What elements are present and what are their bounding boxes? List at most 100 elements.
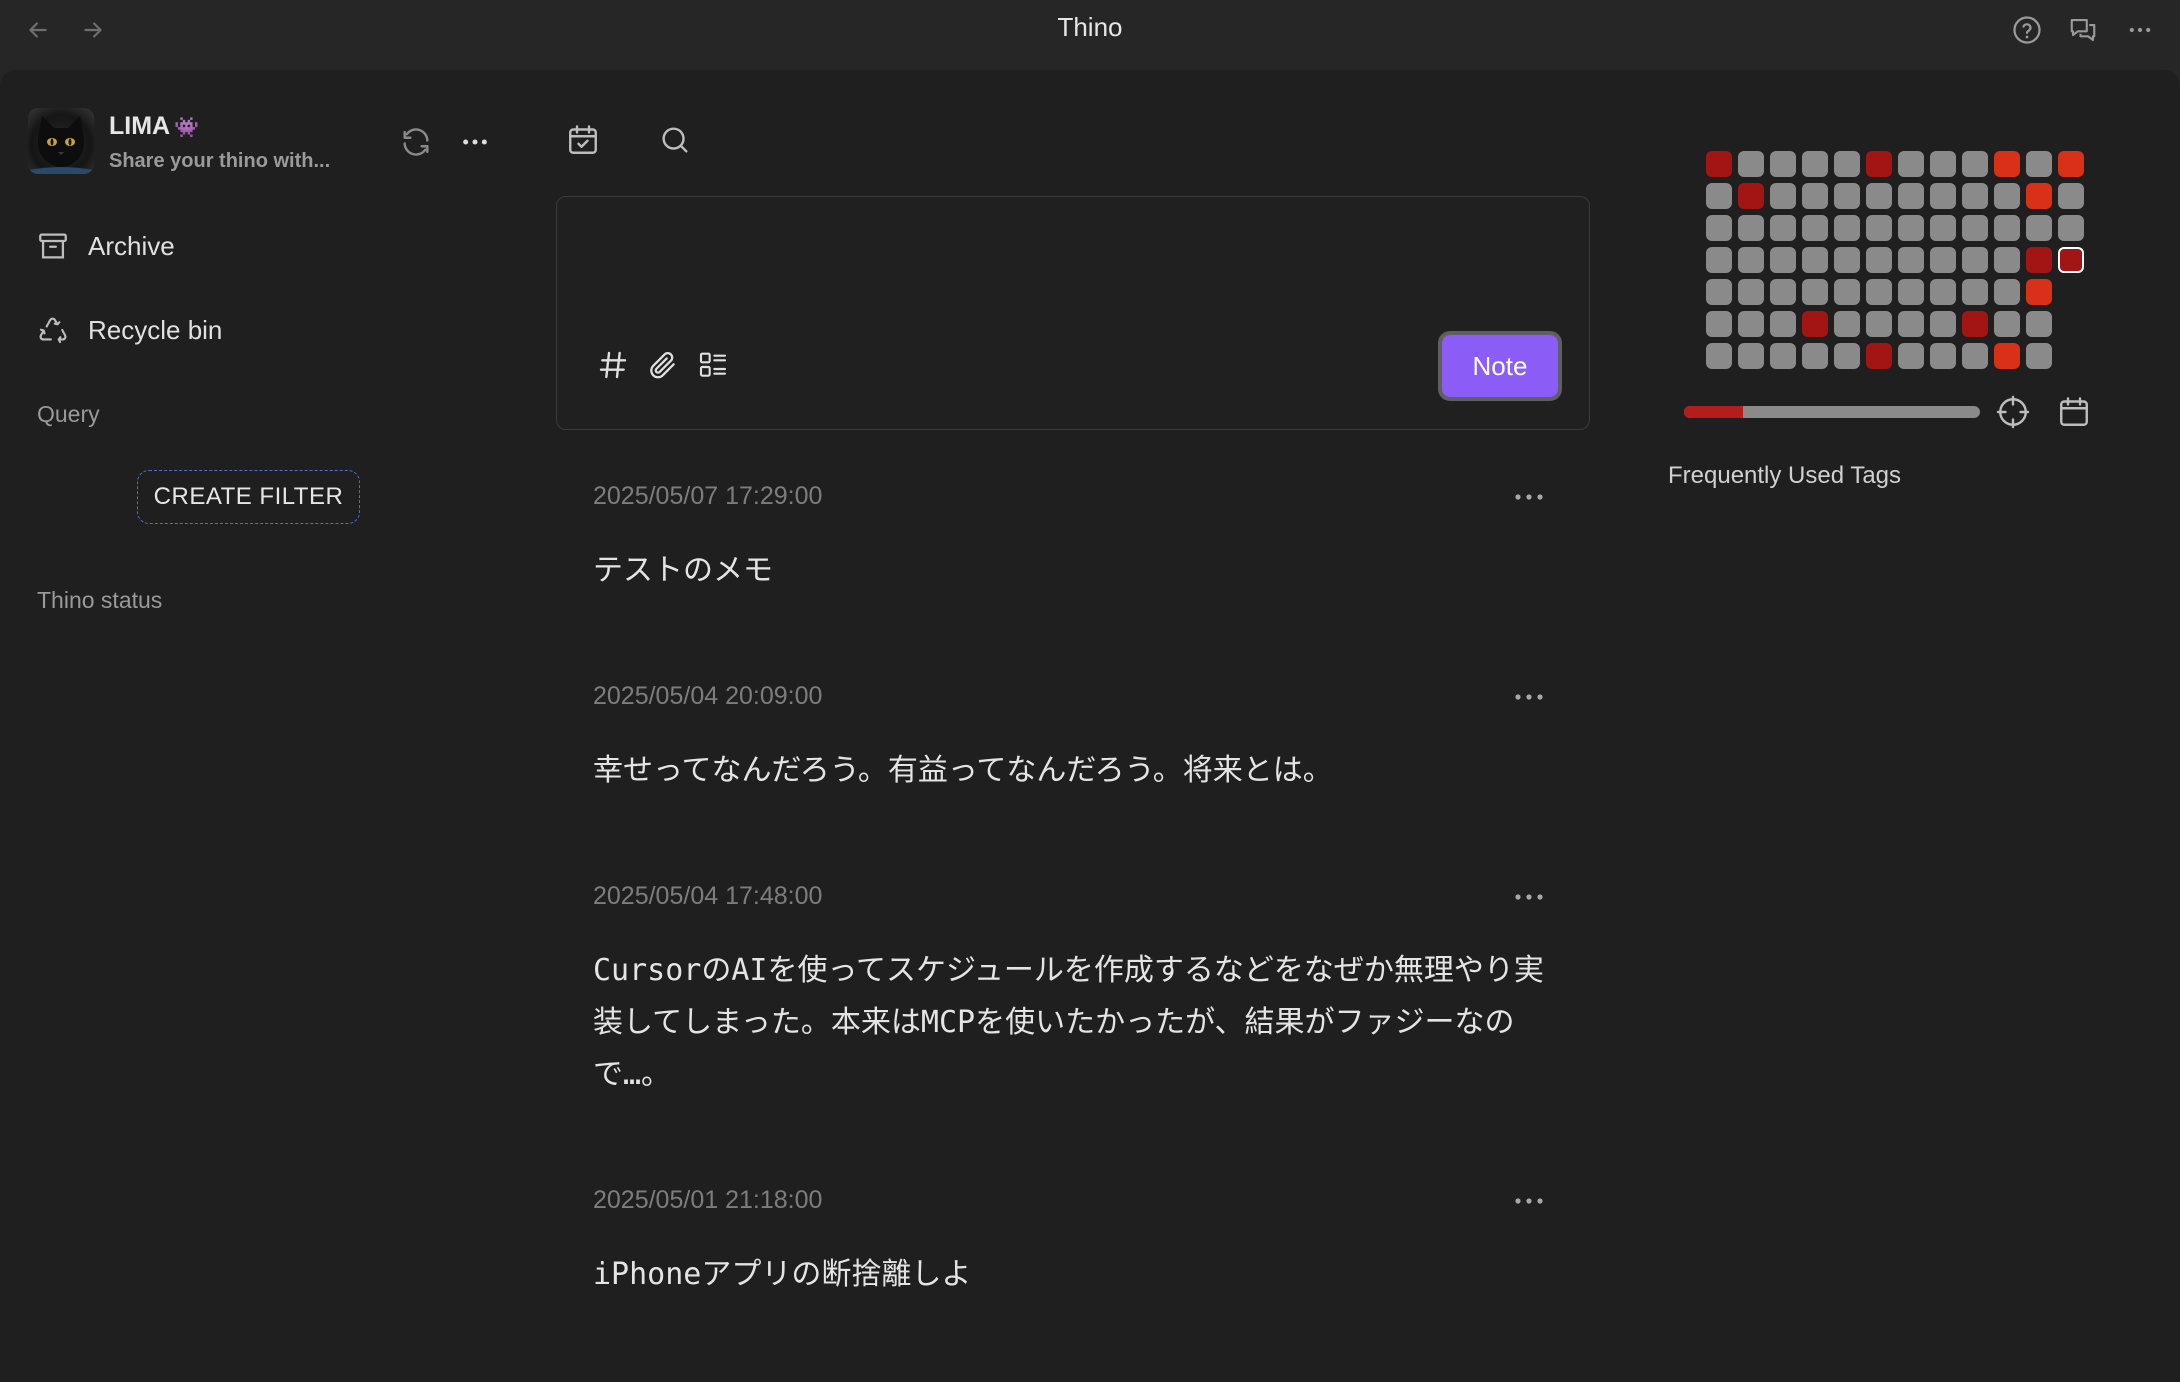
- thino-status-label[interactable]: Thino status: [37, 587, 162, 614]
- heatmap-cell[interactable]: [1866, 279, 1892, 305]
- heatmap-cell[interactable]: [2058, 151, 2084, 177]
- help-button[interactable]: [2007, 10, 2047, 50]
- heatmap-cell[interactable]: [1930, 311, 1956, 337]
- heatmap-cell[interactable]: [1898, 343, 1924, 369]
- heatmap-cell[interactable]: [1834, 311, 1860, 337]
- avatar[interactable]: [28, 108, 94, 174]
- heatmap-range-slider[interactable]: [1684, 406, 1980, 418]
- heatmap-cell[interactable]: [1802, 151, 1828, 177]
- heatmap-cell[interactable]: [1770, 247, 1796, 273]
- memo-item[interactable]: 2025/05/04 17:48:00 CursorのAIを使ってスケジュールを…: [593, 882, 1563, 1101]
- heatmap-cell[interactable]: [2026, 151, 2052, 177]
- heatmap-cell[interactable]: [1962, 311, 1988, 337]
- heatmap-cell[interactable]: [2026, 247, 2052, 273]
- heatmap-cell[interactable]: [1706, 151, 1732, 177]
- heatmap-cell[interactable]: [1898, 215, 1924, 241]
- heatmap-cell[interactable]: [1930, 183, 1956, 209]
- heatmap-cell[interactable]: [1866, 247, 1892, 273]
- heatmap-cell[interactable]: [1770, 215, 1796, 241]
- heatmap-cell[interactable]: [1898, 151, 1924, 177]
- heatmap-cell[interactable]: [1834, 151, 1860, 177]
- memo-editor[interactable]: Note: [556, 196, 1590, 430]
- calendar-check-button[interactable]: [561, 118, 605, 162]
- create-filter-button[interactable]: CREATE FILTER: [137, 470, 360, 524]
- heatmap-cell[interactable]: [1738, 183, 1764, 209]
- chat-button[interactable]: [2063, 10, 2103, 50]
- heatmap-cell[interactable]: [1994, 279, 2020, 305]
- heatmap-cell[interactable]: [1834, 343, 1860, 369]
- memo-input[interactable]: [593, 225, 1553, 285]
- heatmap-cell[interactable]: [1738, 311, 1764, 337]
- memo-item[interactable]: 2025/05/04 20:09:00 幸せってなんだろう。有益ってなんだろう。…: [593, 682, 1563, 797]
- heatmap-cell[interactable]: [1738, 151, 1764, 177]
- heatmap-cell[interactable]: [1930, 215, 1956, 241]
- window-more-button[interactable]: [2120, 10, 2160, 50]
- heatmap-cell[interactable]: [1866, 151, 1892, 177]
- heatmap-cell[interactable]: [1962, 183, 1988, 209]
- heatmap-cell[interactable]: [1866, 215, 1892, 241]
- memo-more-button[interactable]: [1509, 1186, 1549, 1216]
- tag-button[interactable]: [593, 345, 633, 385]
- heatmap-cell[interactable]: [1738, 215, 1764, 241]
- heatmap-cell[interactable]: [2026, 279, 2052, 305]
- heatmap-cell[interactable]: [1962, 343, 1988, 369]
- memo-more-button[interactable]: [1509, 882, 1549, 912]
- heatmap-cell[interactable]: [1738, 343, 1764, 369]
- heatmap-cell[interactable]: [1994, 151, 2020, 177]
- heatmap-cell[interactable]: [1898, 311, 1924, 337]
- heatmap-cell[interactable]: [2026, 343, 2052, 369]
- heatmap-cell[interactable]: [1834, 279, 1860, 305]
- heatmap-cell[interactable]: [1994, 247, 2020, 273]
- heatmap-cell[interactable]: [1994, 183, 2020, 209]
- heatmap-cell[interactable]: [1994, 215, 2020, 241]
- heatmap-cell[interactable]: [1898, 247, 1924, 273]
- heatmap-cell[interactable]: [1770, 311, 1796, 337]
- heatmap-cell[interactable]: [1930, 343, 1956, 369]
- heatmap-cell[interactable]: [1962, 279, 1988, 305]
- heatmap-cell[interactable]: [1834, 247, 1860, 273]
- heatmap-cell[interactable]: [1770, 183, 1796, 209]
- heatmap-cell[interactable]: [1706, 247, 1732, 273]
- heatmap-cell[interactable]: [1802, 311, 1828, 337]
- heatmap-cell[interactable]: [1802, 247, 1828, 273]
- heatmap-cell[interactable]: [1834, 215, 1860, 241]
- heatmap-cell[interactable]: [1898, 183, 1924, 209]
- locate-today-button[interactable]: [1993, 392, 2033, 432]
- memo-item[interactable]: 2025/05/01 21:18:00 iPhoneアプリの断捨離しよ: [593, 1186, 1563, 1301]
- heatmap-cell[interactable]: [1834, 183, 1860, 209]
- heatmap-cell[interactable]: [1738, 247, 1764, 273]
- memo-item[interactable]: 2025/05/07 17:29:00 テストのメモ: [593, 482, 1563, 597]
- heatmap-cell[interactable]: [2026, 311, 2052, 337]
- heatmap-cell[interactable]: [1930, 247, 1956, 273]
- heatmap-cell[interactable]: [1770, 279, 1796, 305]
- note-submit-button[interactable]: Note: [1438, 331, 1562, 401]
- heatmap-cell[interactable]: [1866, 343, 1892, 369]
- memo-more-button[interactable]: [1509, 482, 1549, 512]
- heatmap-cell[interactable]: [1930, 151, 1956, 177]
- heatmap-cell[interactable]: [1738, 279, 1764, 305]
- heatmap-cell[interactable]: [2026, 183, 2052, 209]
- checklist-button[interactable]: [693, 345, 733, 385]
- heatmap-cell[interactable]: [1706, 343, 1732, 369]
- heatmap-cell[interactable]: [1994, 311, 2020, 337]
- heatmap-cell[interactable]: [1866, 311, 1892, 337]
- user-profile[interactable]: LIMA 👾 Share your thino with...: [28, 108, 508, 176]
- heatmap-cell[interactable]: [2058, 215, 2084, 241]
- attach-button[interactable]: [643, 345, 683, 385]
- sidebar-item-recycle-bin[interactable]: Recycle bin: [36, 307, 496, 353]
- heatmap-cell[interactable]: [1866, 183, 1892, 209]
- heatmap-cell[interactable]: [1962, 247, 1988, 273]
- heatmap-cell[interactable]: [1930, 279, 1956, 305]
- calendar-button[interactable]: [2054, 392, 2094, 432]
- heatmap-cell[interactable]: [1962, 215, 1988, 241]
- heatmap-cell[interactable]: [1802, 215, 1828, 241]
- memo-more-button[interactable]: [1509, 682, 1549, 712]
- heatmap-cell[interactable]: [1802, 343, 1828, 369]
- heatmap-cell[interactable]: [1706, 279, 1732, 305]
- heatmap-cell[interactable]: [1706, 311, 1732, 337]
- heatmap-cell[interactable]: [2026, 215, 2052, 241]
- sidebar-item-archive[interactable]: Archive: [36, 223, 496, 269]
- profile-more-button[interactable]: [455, 122, 495, 162]
- heatmap-cell[interactable]: [1770, 343, 1796, 369]
- sync-button[interactable]: [396, 122, 436, 162]
